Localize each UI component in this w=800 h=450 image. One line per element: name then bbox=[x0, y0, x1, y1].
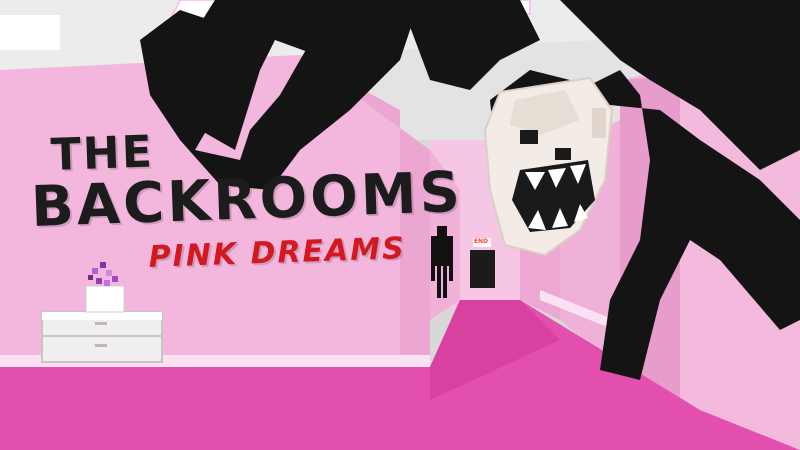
exit-sign-text: END bbox=[473, 238, 489, 245]
game-scene: END THE BACKROOMS PINK DREAMS bbox=[0, 0, 800, 450]
doorway bbox=[470, 250, 495, 288]
ceiling-light-icon bbox=[0, 15, 60, 50]
cabinet-icon bbox=[41, 311, 163, 363]
